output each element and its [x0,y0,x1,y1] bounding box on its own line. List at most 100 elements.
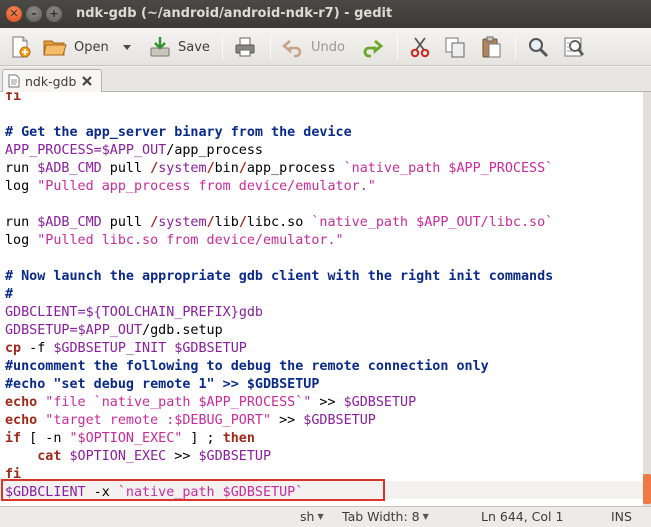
print-button[interactable] [233,33,257,61]
code-token: gdb [238,305,263,320]
maximize-window-button[interactable]: + [46,6,62,22]
window-title-bar: ✕ – + ndk-gdb (~/android/android-ndk-r7)… [0,0,651,28]
code-token: $ADB_CMD [37,161,102,176]
new-document-button[interactable] [8,33,32,61]
paste-button[interactable] [479,33,503,61]
tab-ndk-gdb[interactable]: ndk-gdb [2,69,102,92]
code-token: / [206,215,215,230]
code-token: / [150,215,159,230]
vertical-scrollbar[interactable] [643,92,651,506]
code-line: GDBSETUP=$APP_OUT/gdb.setup [5,322,223,340]
code-line: #echo "set debug remote 1" >> $GDBSETUP [5,376,319,394]
code-token: "$OPTION_EXEC" [69,431,183,446]
window-title: ndk-gdb (~/android/android-ndk-r7) - ged… [76,6,393,21]
code-token: # Get the app_server binary from the dev… [5,125,352,140]
minimize-window-button[interactable]: – [26,6,42,22]
close-window-button[interactable]: ✕ [6,6,22,22]
tab-width-label: Tab Width: 8 [342,509,420,524]
toolbar-separator [397,34,398,60]
code-token: GDBSETUP= [5,323,78,338]
code-token: # [5,287,14,302]
code-token: / [206,161,215,176]
code-token: / [150,161,159,176]
code-token: gdb.setup [150,323,223,338]
find-button[interactable] [526,33,550,61]
toolbar-separator [515,34,516,60]
code-token: #uncomment the following to debug the re… [5,359,489,374]
code-token: log [5,179,38,194]
code-line: if [ -n "$OPTION_EXEC" ] ; then [5,430,255,448]
search-icon [529,38,549,58]
close-tab-icon[interactable] [81,75,93,87]
code-token: `native_path $APP_OUT/libc.so` [311,215,554,230]
open-button[interactable]: Open [42,33,109,61]
code-token: ] ; [182,431,223,446]
code-token: bin [214,161,239,176]
chevron-down-icon [123,45,131,50]
code-token: run [5,215,38,230]
redo-icon [363,39,384,58]
code-token: "file `native_path $APP_PROCESS`" [37,395,312,410]
language-selector[interactable]: sh ▼ [300,509,324,524]
code-token: $GDBSETUP [303,413,376,428]
code-token: $GDBSETUP [343,395,417,410]
find-replace-icon [564,37,585,57]
code-token: cat [37,449,62,464]
code-token: "target remote :$DEBUG_PORT" [37,413,272,428]
code-token: system [158,161,207,176]
code-token: `native_path $APP_PROCESS` [343,161,554,176]
copy-icon [445,37,465,58]
code-token: libc.so [246,215,312,230]
code-line: GDBCLIENT=${TOOLCHAIN_PREFIX}gdb [5,304,263,322]
code-token: >> [166,449,199,464]
open-button-label: Open [74,39,109,55]
text-editor[interactable]: fi # Get the app_server binary from the d… [0,92,643,506]
insert-mode: INS [611,509,632,524]
code-token: / [142,323,151,338]
code-token: "Pulled libc.so from device/emulator." [37,233,344,248]
code-token: / [238,215,247,230]
cursor-position: Ln 644, Col 1 [481,509,564,524]
code-line: echo "target remote :$DEBUG_PORT" >> $GD… [5,412,376,430]
save-button[interactable]: Save [148,33,210,61]
code-token: $APP_OUT [101,143,167,158]
redo-button[interactable] [360,33,384,61]
code-line: APP_PROCESS=$APP_OUT/app_process [5,142,263,160]
code-token: lib [214,215,239,230]
scissors-icon [410,37,430,58]
chevron-down-icon: ▼ [317,512,324,521]
code-token: app_process [174,143,263,158]
undo-button[interactable]: Undo [281,33,345,61]
save-button-label: Save [178,39,210,55]
cut-button[interactable] [408,33,432,61]
code-token: $APP_OUT [77,323,143,338]
code-token: pull [101,161,151,176]
code-line: cp -f $GDBSETUP_INIT $GDBSETUP [5,340,247,358]
code-token: run [5,161,38,176]
code-line: # Now launch the appropriate gdb client … [5,268,553,286]
undo-icon [281,40,302,58]
chevron-down-icon: ▼ [422,512,429,521]
folder-open-icon [43,40,67,56]
code-token: pull [101,215,151,230]
code-token: [ -n [21,431,70,446]
code-token: log [5,233,38,248]
toolbar-separator [270,34,271,60]
code-token: fi [5,92,22,104]
scrollbar-thumb[interactable] [643,474,651,504]
code-line: echo "file `native_path $APP_PROCESS`" >… [5,394,416,412]
open-recent-dropdown[interactable] [122,33,132,61]
code-token: >> [271,413,304,428]
code-line: #uncomment the following to debug the re… [5,358,489,376]
code-token: app_process [246,161,344,176]
tab-width-selector[interactable]: Tab Width: 8 ▼ [342,509,429,524]
toolbar-separator [222,34,223,60]
code-line: log "Pulled app_process from device/emul… [5,178,376,196]
copy-button[interactable] [443,33,467,61]
code-token: >> [311,395,344,410]
code-token: $GDBSETUP [198,449,272,464]
toolbar: Open Save Undo [0,28,651,66]
find-replace-button[interactable] [562,33,586,61]
code-token: $GDBSETUP_INIT $GDBSETUP [53,341,247,356]
code-token: cp [5,341,22,356]
